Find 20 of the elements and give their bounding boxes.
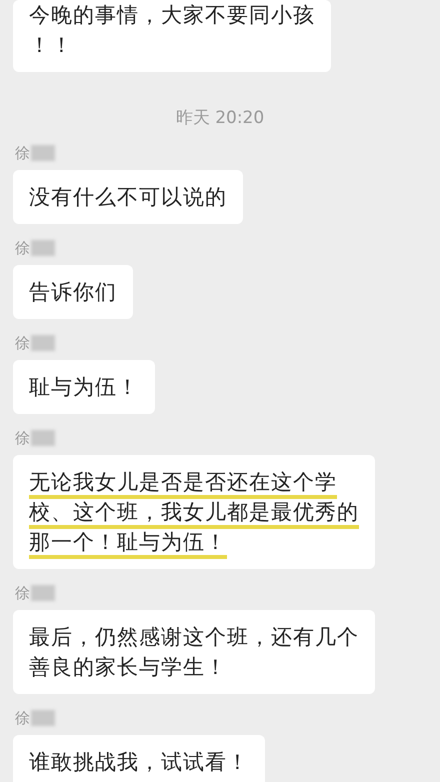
sender-name: 徐 — [15, 708, 30, 729]
sender-name: 徐 — [15, 428, 30, 449]
timestamp: 昨天 20:20 — [174, 107, 266, 129]
blurred-name-mark — [31, 585, 55, 601]
message-bubble: 最后，仍然感谢这个班，还有几个 善良的家长与学生！ — [13, 610, 375, 694]
sender-name: 徐 — [15, 142, 30, 164]
sender-name: 徐 — [15, 332, 30, 354]
blurred-name-mark — [31, 335, 55, 351]
message-bubble: 今晚的事情，大家不要同小孩 ！！ — [13, 0, 331, 72]
blurred-name-mark — [31, 710, 55, 726]
message-bubble: 谁敢挑战我，试试看！ — [13, 735, 265, 782]
message-bubble: 告诉你们 — [13, 265, 133, 319]
message-bubble: 耻与为伍！ — [13, 360, 155, 414]
blurred-name-mark — [31, 240, 55, 256]
sender-name: 徐 — [15, 582, 30, 604]
message-bubble: 无论我女儿是否是否还在这个学 校、这个班，我女儿都是最优秀的 那一个！耻与为伍！ — [13, 455, 375, 569]
sender-name: 徐 — [15, 238, 30, 259]
message-bubble: 没有什么不可以说的 — [13, 170, 243, 224]
blurred-name-mark — [31, 145, 55, 161]
blurred-name-mark — [31, 430, 55, 446]
